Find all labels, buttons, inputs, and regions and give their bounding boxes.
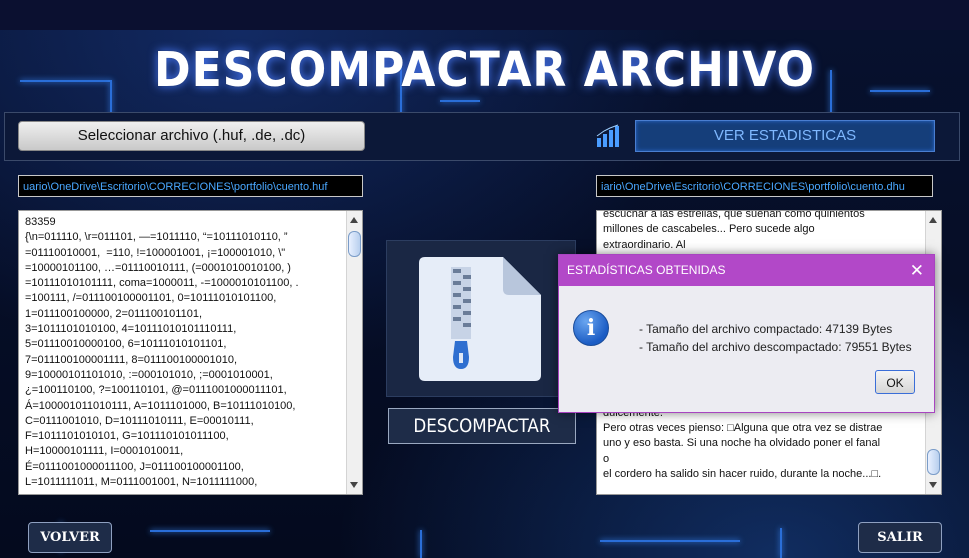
select-file-button[interactable]: Seleccionar archivo (.huf, .de, .dc)	[18, 121, 365, 151]
zip-file-panel	[386, 240, 576, 397]
back-button[interactable]: VOLVER	[28, 522, 112, 553]
zip-file-icon	[419, 257, 541, 381]
scroll-down-arrow-icon[interactable]	[929, 482, 937, 488]
close-icon[interactable]: ✕	[910, 255, 924, 286]
scroll-up-arrow-icon[interactable]	[350, 217, 358, 223]
scroll-down-arrow-icon[interactable]	[350, 482, 358, 488]
dialog-title: ESTADÍSTICAS OBTENIDAS	[567, 263, 726, 277]
dialog-body: i - Tamaño del archivo compactado: 47139…	[559, 286, 934, 412]
compressed-text-scrollbar[interactable]	[346, 211, 362, 494]
ok-button[interactable]: OK	[875, 370, 915, 394]
info-icon: i	[573, 310, 609, 346]
scroll-up-arrow-icon[interactable]	[929, 217, 937, 223]
compressed-text-area[interactable]: 83359 {\n=011110, \r=011101, —=1011110, …	[18, 210, 363, 495]
scroll-thumb[interactable]	[927, 449, 940, 475]
compressed-size-text: - Tamaño del archivo compactado: 47139 B…	[639, 322, 893, 336]
compressed-text-content: 83359 {\n=011110, \r=011101, —=1011110, …	[25, 216, 299, 489]
input-path-field[interactable]: uario\OneDrive\Escritorio\CORRECIONES\po…	[18, 175, 363, 197]
exit-button[interactable]: SALIR	[858, 522, 942, 553]
scroll-thumb[interactable]	[348, 231, 361, 257]
decompressed-size-text: - Tamaño del archivo descompactado: 7955…	[639, 340, 912, 354]
decompress-button-label: DESCOMPACTAR	[413, 415, 551, 437]
view-statistics-button[interactable]: VER ESTADISTICAS	[635, 120, 935, 152]
window-top-bar	[0, 0, 969, 30]
dialog-title-bar: ESTADÍSTICAS OBTENIDAS ✕	[559, 255, 934, 286]
output-path-field[interactable]: iario\OneDrive\Escritorio\CORRECIONES\po…	[596, 175, 933, 197]
bar-chart-icon	[596, 124, 620, 148]
page-title: DESCOMPACTAR ARCHIVO	[154, 42, 815, 98]
statistics-dialog: ESTADÍSTICAS OBTENIDAS ✕ i - Tamaño del …	[558, 254, 935, 413]
decompress-button[interactable]: DESCOMPACTAR	[388, 408, 576, 444]
